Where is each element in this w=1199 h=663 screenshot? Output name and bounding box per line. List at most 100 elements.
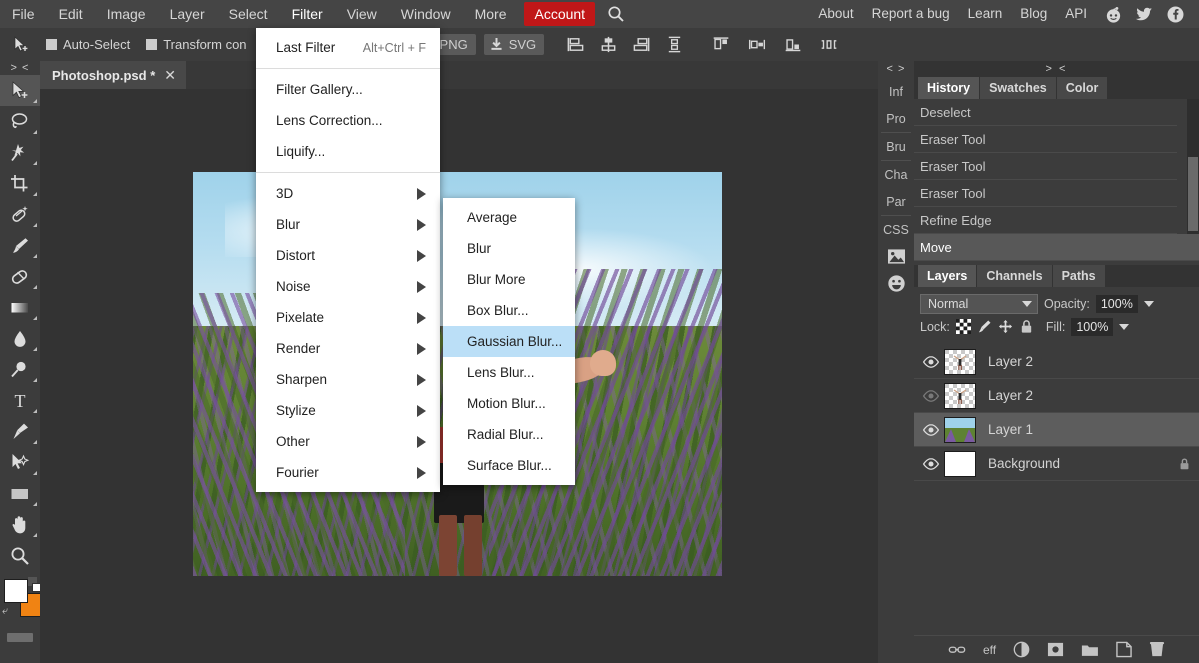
layers-list[interactable]: Layer 2 Layer 2 Layer 1 Background xyxy=(914,345,1199,481)
tool-zoom[interactable] xyxy=(0,540,40,571)
tool-type[interactable]: T xyxy=(0,385,40,416)
foreground-color-swatch[interactable] xyxy=(4,579,28,603)
tab-swatches[interactable]: Swatches xyxy=(980,77,1056,99)
menu-blog[interactable]: Blog xyxy=(1011,0,1056,28)
layer-thumbnail[interactable] xyxy=(944,450,976,477)
transform-controls-checkbox[interactable]: Transform con xyxy=(146,37,247,52)
color-swatches[interactable]: ⤶ xyxy=(0,577,44,625)
layer-row[interactable]: Layer 2 xyxy=(914,379,1199,413)
fill-chevron-down-icon[interactable] xyxy=(1119,323,1130,330)
menu-about[interactable]: About xyxy=(809,0,862,28)
menu-item-liquify[interactable]: Liquify... xyxy=(256,136,440,167)
blend-mode-select[interactable]: Normal xyxy=(920,293,1038,314)
menu-more[interactable]: More xyxy=(463,0,519,28)
link-layers-icon[interactable] xyxy=(948,643,966,656)
layer-row[interactable]: Background xyxy=(914,447,1199,481)
history-list[interactable]: Deselect Eraser Tool Eraser Tool Eraser … xyxy=(914,99,1199,261)
menu-item-filter-gallery[interactable]: Filter Gallery... xyxy=(256,74,440,105)
menu-file[interactable]: File xyxy=(0,0,47,28)
layer-thumbnail[interactable] xyxy=(944,348,976,375)
visibility-eye-icon[interactable] xyxy=(918,423,944,437)
tool-eraser[interactable] xyxy=(0,261,40,292)
menu-item-blur[interactable]: Blur xyxy=(256,209,440,240)
menu-item-sharpen[interactable]: Sharpen xyxy=(256,364,440,395)
tab-channels[interactable]: Channels xyxy=(977,265,1052,287)
lock-image-icon[interactable] xyxy=(977,319,992,334)
facebook-icon[interactable] xyxy=(1166,5,1185,24)
layer-mask-icon[interactable] xyxy=(1047,641,1064,658)
menu-item-lens-correction[interactable]: Lens Correction... xyxy=(256,105,440,136)
menu-item-last-filter[interactable]: Last Filter Alt+Ctrl + F xyxy=(256,32,440,63)
layer-row-selected[interactable]: Layer 1 xyxy=(914,413,1199,447)
distribute-vertical-icon[interactable] xyxy=(665,35,684,54)
align-middle-icon[interactable] xyxy=(746,35,768,54)
history-scrollbar[interactable] xyxy=(1187,99,1199,234)
tool-healing-brush[interactable] xyxy=(0,199,40,230)
checkbox-box[interactable] xyxy=(46,39,57,50)
history-item[interactable]: Eraser Tool xyxy=(914,153,1177,180)
mini-item-character[interactable]: Cha xyxy=(878,161,914,188)
submenu-item-radial-blur[interactable]: Radial Blur... xyxy=(443,419,575,450)
menu-layer[interactable]: Layer xyxy=(158,0,217,28)
tool-dodge[interactable] xyxy=(0,354,40,385)
distribute-horizontal-icon[interactable] xyxy=(818,35,840,54)
menu-item-other[interactable]: Other xyxy=(256,426,440,457)
tool-magic-wand[interactable] xyxy=(0,137,40,168)
checkbox-box[interactable] xyxy=(146,39,158,50)
tool-pen[interactable] xyxy=(0,416,40,447)
tool-hand[interactable] xyxy=(0,509,40,540)
menu-image[interactable]: Image xyxy=(95,0,158,28)
image-icon[interactable] xyxy=(878,243,914,270)
left-panel-collapse[interactable]: > < xyxy=(11,61,30,75)
delete-layer-icon[interactable] xyxy=(1149,641,1165,658)
tool-move[interactable] xyxy=(0,75,40,106)
menu-edit[interactable]: Edit xyxy=(47,0,95,28)
tool-crop[interactable] xyxy=(0,168,40,199)
new-group-icon[interactable] xyxy=(1081,642,1099,658)
menu-item-stylize[interactable]: Stylize xyxy=(256,395,440,426)
layer-thumbnail[interactable] xyxy=(944,382,976,409)
submenu-item-motion-blur[interactable]: Motion Blur... xyxy=(443,388,575,419)
tab-color[interactable]: Color xyxy=(1056,77,1108,99)
tab-paths[interactable]: Paths xyxy=(1052,265,1105,287)
visibility-eye-icon[interactable] xyxy=(918,355,944,369)
history-item[interactable]: Refine Edge xyxy=(914,207,1177,234)
menu-select[interactable]: Select xyxy=(217,0,280,28)
mini-item-info[interactable]: Inf xyxy=(878,78,914,105)
tool-path-selection[interactable] xyxy=(0,447,40,478)
history-item[interactable]: Deselect xyxy=(914,99,1177,126)
submenu-item-gaussian-blur[interactable]: Gaussian Blur... xyxy=(443,326,575,357)
menu-window[interactable]: Window xyxy=(389,0,463,28)
download-svg-button[interactable]: SVG xyxy=(483,34,545,55)
menu-report-bug[interactable]: Report a bug xyxy=(863,0,959,28)
tab-layers[interactable]: Layers xyxy=(918,265,977,287)
quick-mask-button[interactable] xyxy=(7,633,33,642)
submenu-item-average[interactable]: Average xyxy=(443,202,575,233)
mini-sidebar-collapse[interactable]: < > xyxy=(887,61,906,78)
history-item-selected[interactable]: Move xyxy=(914,234,1199,261)
tab-history[interactable]: History xyxy=(918,77,980,99)
align-left-icon[interactable] xyxy=(566,35,585,54)
new-layer-icon[interactable] xyxy=(1116,641,1132,658)
submenu-item-lens-blur[interactable]: Lens Blur... xyxy=(443,357,575,388)
visibility-eye-icon[interactable] xyxy=(918,457,944,471)
align-center-horizontal-icon[interactable] xyxy=(599,35,618,54)
document-tab[interactable]: Photoshop.psd * ✕ xyxy=(40,61,187,89)
lock-all-icon[interactable] xyxy=(1019,319,1034,334)
menu-filter[interactable]: Filter xyxy=(280,0,335,28)
menu-item-noise[interactable]: Noise xyxy=(256,271,440,302)
close-icon[interactable]: ✕ xyxy=(164,68,176,82)
align-top-icon[interactable] xyxy=(710,35,732,54)
menu-item-3d[interactable]: 3D xyxy=(256,178,440,209)
mini-item-brushes[interactable]: Bru xyxy=(878,133,914,160)
swap-colors-icon[interactable]: ⤶ xyxy=(2,605,8,618)
history-item[interactable]: Eraser Tool xyxy=(914,126,1177,153)
opacity-value[interactable]: 100% xyxy=(1095,294,1138,313)
menu-item-fourier[interactable]: Fourier xyxy=(256,457,440,488)
filter-dropdown-menu[interactable]: Last Filter Alt+Ctrl + F Filter Gallery.… xyxy=(256,28,440,492)
mini-item-properties[interactable]: Pro xyxy=(878,105,914,132)
menu-item-pixelate[interactable]: Pixelate xyxy=(256,302,440,333)
search-icon[interactable] xyxy=(607,5,625,23)
reddit-icon[interactable] xyxy=(1104,5,1123,24)
right-panel-collapse[interactable]: > < xyxy=(914,61,1199,77)
